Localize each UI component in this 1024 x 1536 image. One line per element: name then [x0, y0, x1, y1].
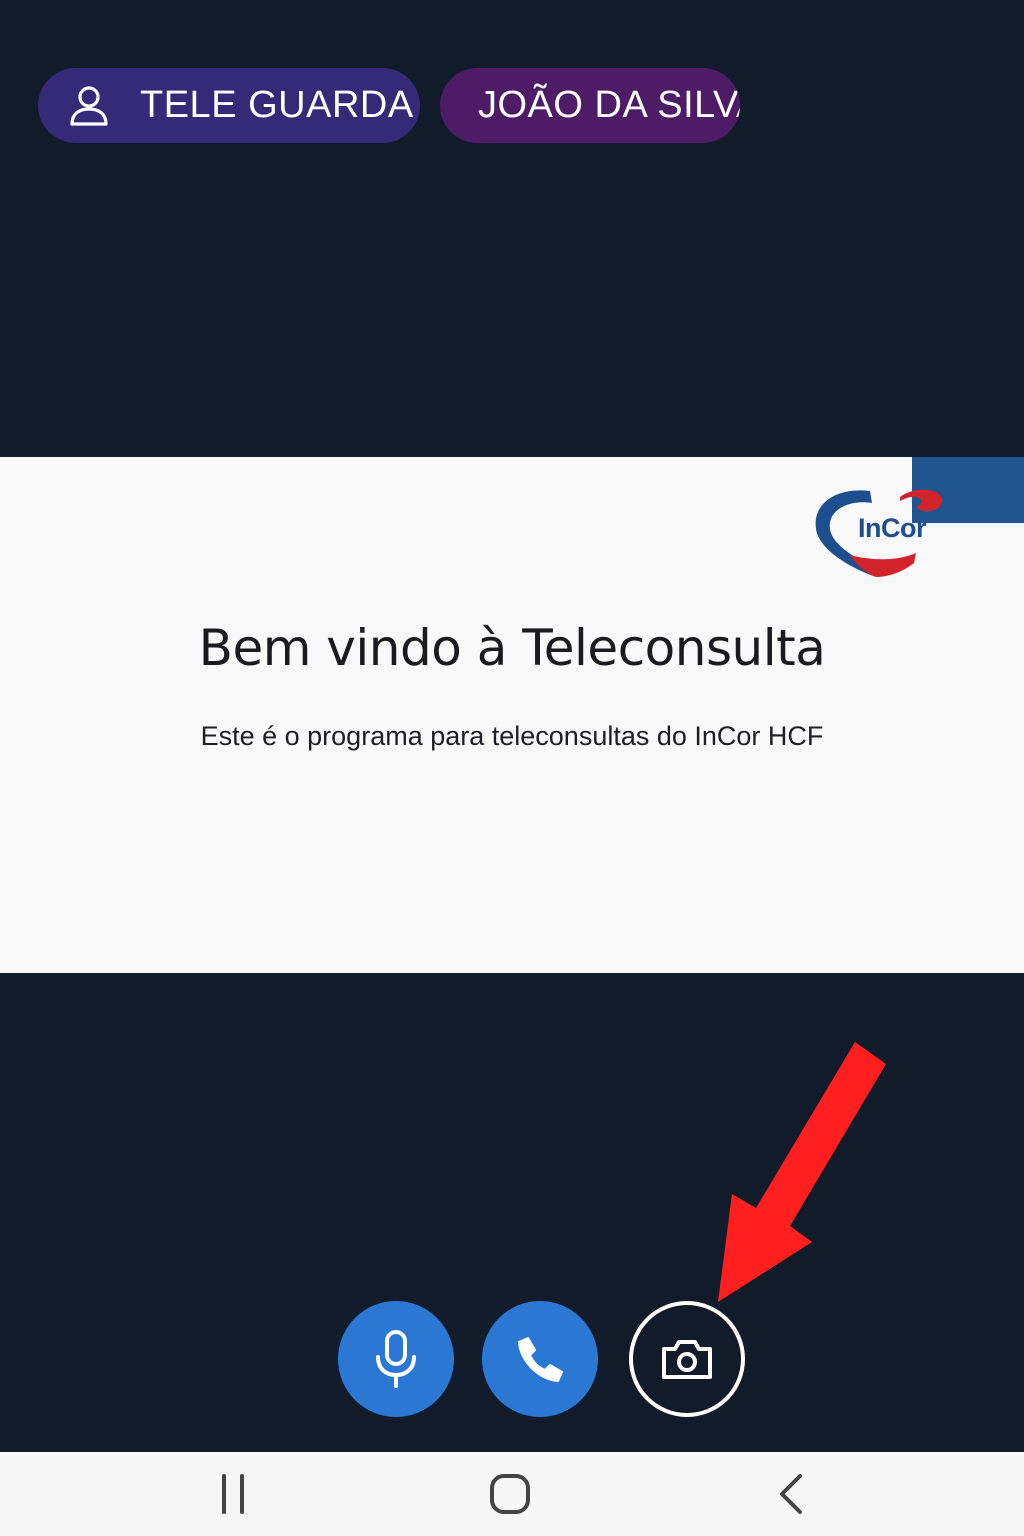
home-button[interactable]	[481, 1468, 541, 1520]
back-icon	[780, 1474, 802, 1514]
phone-icon	[518, 1337, 563, 1382]
incor-logo: InCor	[812, 485, 944, 581]
red-arrow-annotation	[718, 1042, 886, 1302]
person-icon	[68, 85, 110, 127]
welcome-title: Bem vindo à Teleconsulta	[198, 619, 826, 677]
welcome-panel: InCor Bem vindo à Teleconsulta Este é o …	[0, 457, 1024, 973]
microphone-icon	[376, 1330, 416, 1388]
back-button[interactable]	[760, 1468, 820, 1520]
user-name-label: JOÃO DA SILVA	[478, 84, 740, 126]
recent-apps-icon	[222, 1474, 244, 1514]
role-label: TELE GUARDA	[140, 84, 414, 126]
camera-icon	[662, 1340, 712, 1379]
video-call-screen: TELE GUARDA JOÃO DA SILVA InCor Bem vind…	[0, 0, 1024, 1536]
user-name-badge[interactable]: JOÃO DA SILVA	[440, 68, 740, 143]
system-navigation-bar	[0, 1452, 1024, 1536]
role-badge[interactable]: TELE GUARDA	[38, 68, 420, 143]
microphone-button[interactable]	[338, 1301, 454, 1417]
recent-apps-button[interactable]	[204, 1468, 264, 1520]
call-button[interactable]	[482, 1301, 598, 1417]
welcome-subtitle: Este é o programa para teleconsultas do …	[200, 721, 824, 751]
logo-text: InCor	[858, 513, 927, 543]
camera-button[interactable]	[629, 1301, 745, 1417]
home-icon	[490, 1474, 530, 1514]
